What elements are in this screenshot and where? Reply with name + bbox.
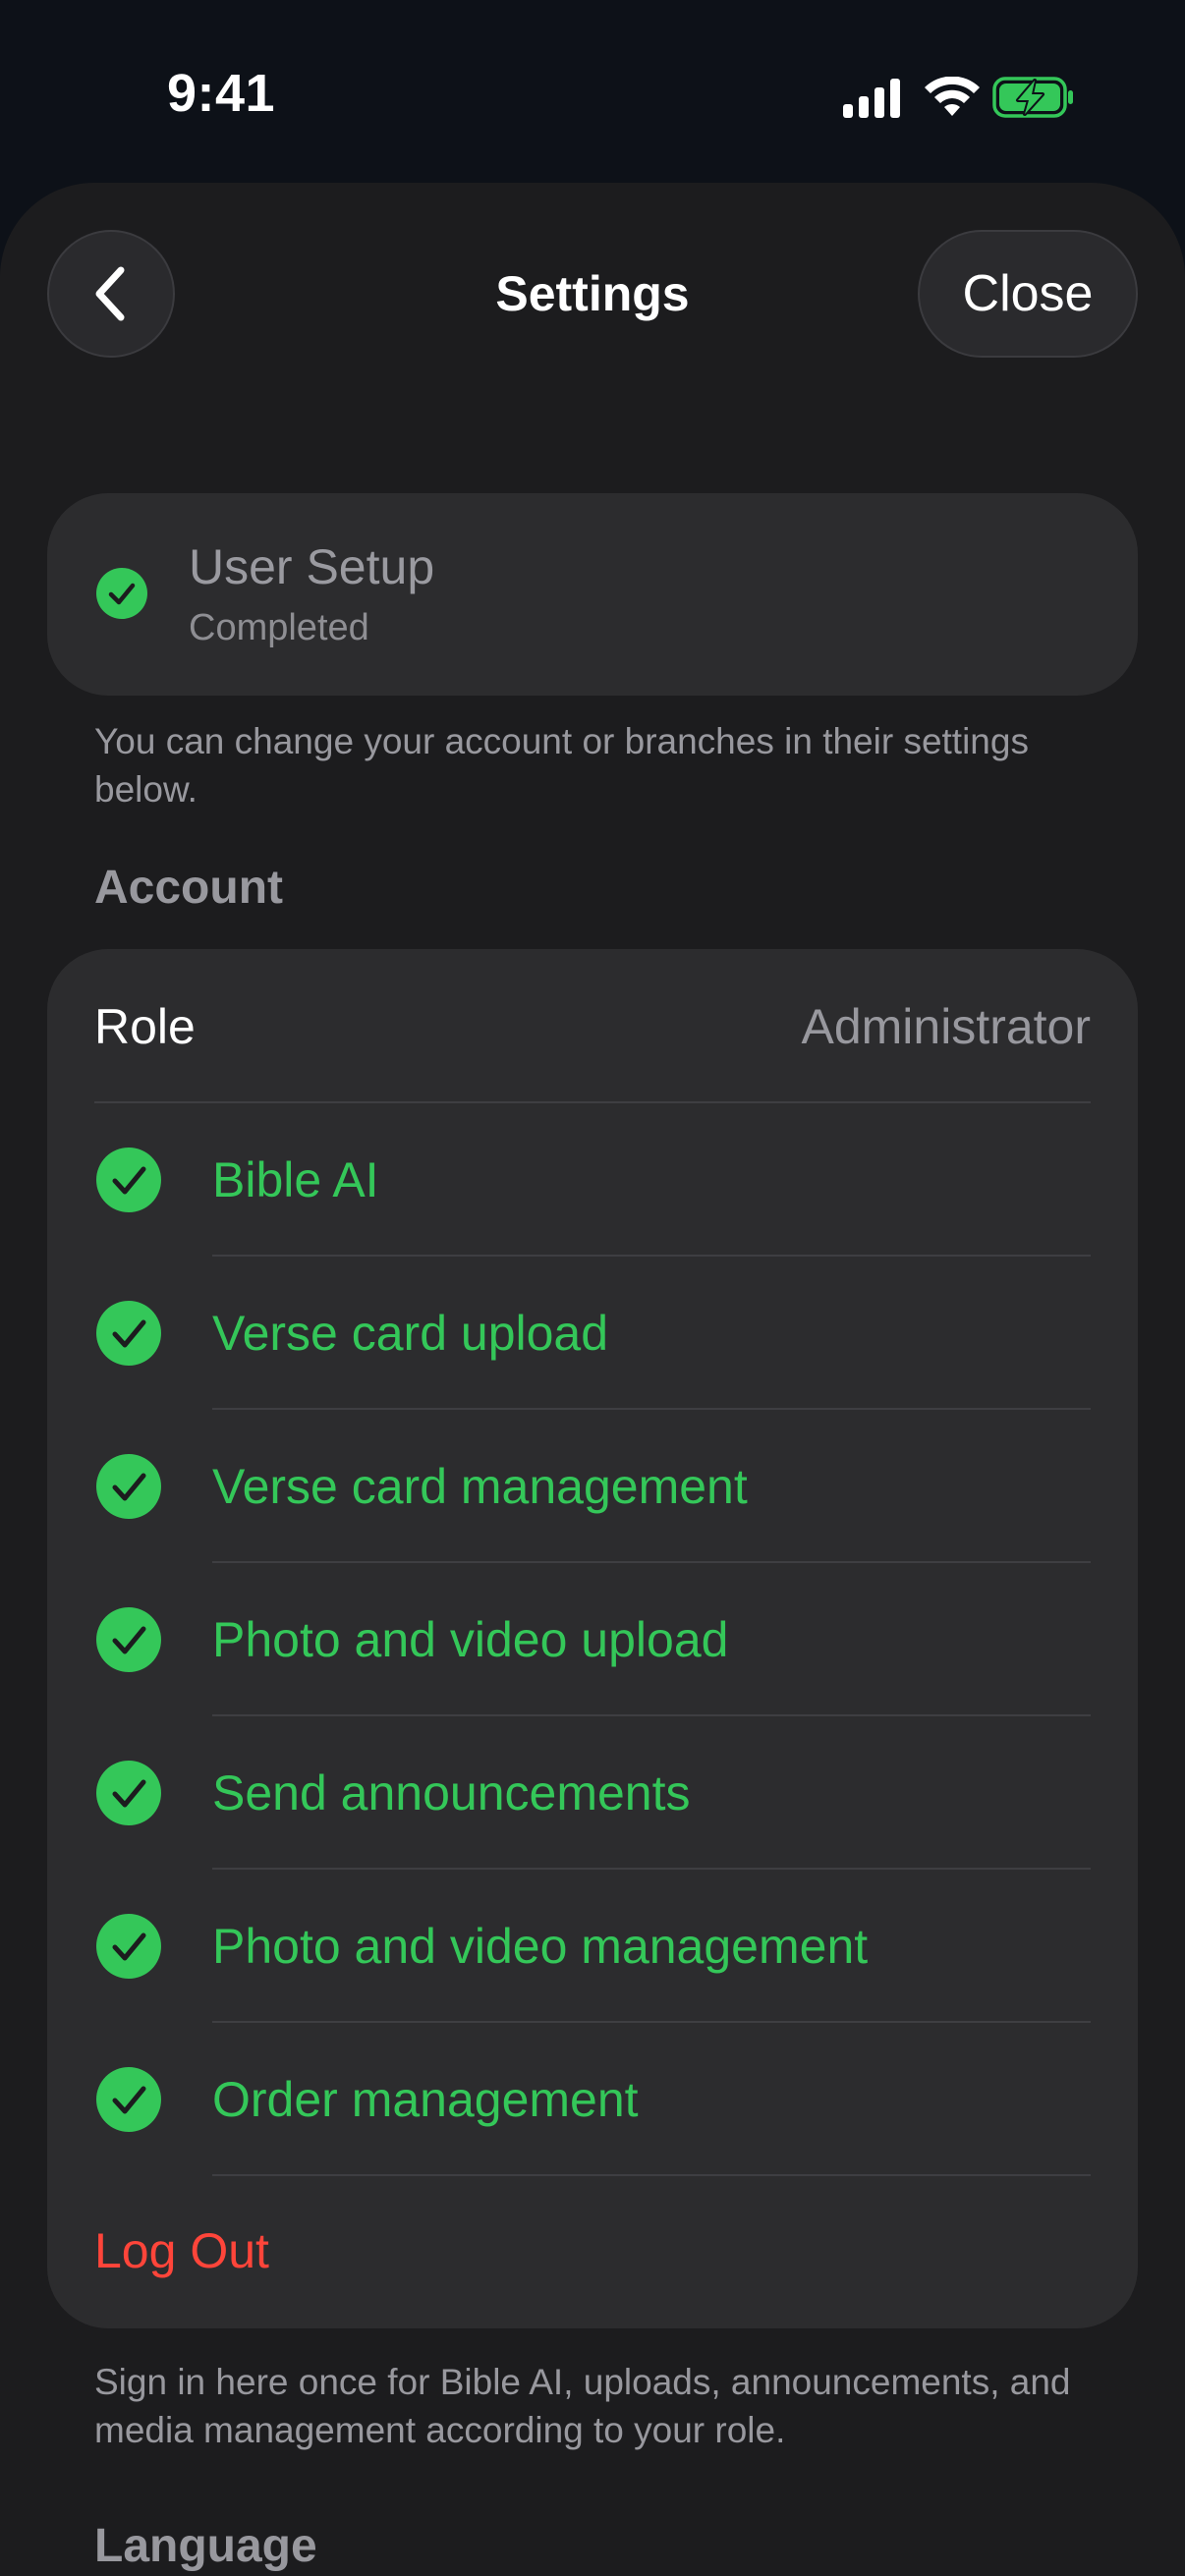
wifi-icon xyxy=(925,77,980,116)
role-label: Role xyxy=(94,999,196,1054)
status-bar: 9:41 xyxy=(0,0,1185,187)
log-out-button[interactable]: Log Out xyxy=(47,2175,1138,2328)
status-time: 9:41 xyxy=(167,64,276,123)
language-section-header: Language xyxy=(94,2520,317,2572)
setup-footnote: You can change your account or branches … xyxy=(94,721,1029,810)
permission-row-photo-video-management: Photo and video management xyxy=(47,1869,1138,2022)
settings-sheet: Settings Close User Setup Completed You … xyxy=(0,183,1185,2576)
permission-label: Bible AI xyxy=(212,1152,379,1207)
permission-row-verse-card-upload: Verse card upload xyxy=(47,1256,1138,1409)
close-button[interactable]: Close xyxy=(918,230,1138,358)
checkmark-circle-icon xyxy=(96,1301,161,1366)
checkmark-circle-icon xyxy=(96,1148,161,1212)
battery-charging-icon xyxy=(992,77,1073,118)
checkmark-circle-icon xyxy=(96,1607,161,1672)
permission-row-send-announcements: Send announcements xyxy=(47,1715,1138,1869)
cellular-signal-icon xyxy=(843,79,900,118)
checkmark-circle-icon xyxy=(96,568,147,619)
checkmark-circle-icon xyxy=(96,1914,161,1979)
user-setup-title: User Setup xyxy=(189,539,435,594)
permission-label: Photo and video upload xyxy=(212,1612,729,1667)
checkmark-circle-icon xyxy=(96,2067,161,2132)
permission-label: Photo and video management xyxy=(212,1919,869,1974)
permission-label: Order management xyxy=(212,2072,639,2127)
permission-row-photo-video-upload: Photo and video upload xyxy=(47,1562,1138,1715)
permission-label: Verse card management xyxy=(212,1459,748,1514)
account-footnote: Sign in here once for Bible AI, uploads,… xyxy=(94,2362,1071,2450)
role-row: Role Administrator xyxy=(47,949,1138,1102)
permission-label: Send announcements xyxy=(212,1765,691,1820)
log-out-label: Log Out xyxy=(94,2223,269,2278)
role-value: Administrator xyxy=(801,999,1091,1054)
account-section-header: Account xyxy=(94,862,283,914)
user-setup-status: Completed xyxy=(189,607,369,648)
permission-row-verse-card-management: Verse card management xyxy=(47,1409,1138,1562)
user-setup-card[interactable]: User Setup Completed xyxy=(47,493,1138,696)
permission-row-order-management: Order management xyxy=(47,2022,1138,2175)
screen: 9:41 Settings Close User Setup Completed… xyxy=(0,0,1185,2576)
account-card: Role Administrator Bible AI Verse card u… xyxy=(47,949,1138,2328)
permission-row-bible-ai: Bible AI xyxy=(47,1102,1138,1256)
checkmark-circle-icon xyxy=(96,1454,161,1519)
nav-bar: Settings Close xyxy=(0,183,1185,409)
permission-label: Verse card upload xyxy=(212,1306,609,1361)
checkmark-circle-icon xyxy=(96,1761,161,1825)
